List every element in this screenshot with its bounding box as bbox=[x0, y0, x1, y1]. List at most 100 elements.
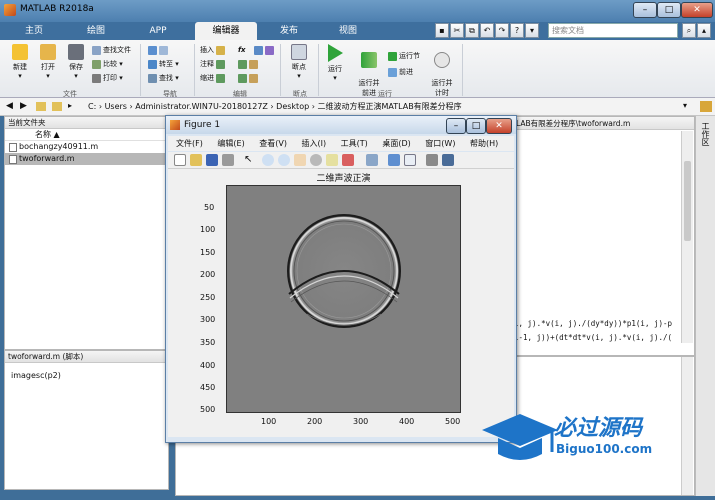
figure-maximize-button[interactable]: □ bbox=[466, 118, 486, 134]
figure-icon bbox=[170, 120, 180, 130]
run-section-button[interactable]: 运行节 bbox=[388, 50, 420, 62]
arrow-right-icon bbox=[159, 45, 168, 55]
run-button[interactable]: 运行 ▾ bbox=[322, 44, 348, 82]
quick-cut-icon[interactable]: ✂ bbox=[450, 23, 464, 38]
file-row-selected[interactable]: twoforward.m bbox=[5, 153, 168, 165]
x-tick-label: 200 bbox=[307, 417, 323, 426]
indent-icon bbox=[216, 73, 226, 83]
menu-help[interactable]: 帮助(H) bbox=[470, 139, 498, 148]
find-files-button[interactable]: 查找文件 bbox=[92, 44, 131, 56]
maximize-button[interactable]: □ bbox=[657, 2, 681, 18]
graduation-cap-icon bbox=[482, 414, 558, 460]
find-button[interactable]: 查找 ▾ bbox=[148, 72, 179, 84]
quick-copy-icon[interactable]: ⧉ bbox=[465, 23, 479, 38]
new-button[interactable]: 新建 ▾ bbox=[8, 44, 32, 80]
m-file-icon bbox=[9, 143, 17, 152]
name-column-header[interactable]: 名称 ▲ bbox=[5, 129, 168, 141]
minimize-button[interactable]: – bbox=[633, 2, 657, 18]
tab-plots[interactable]: 绘图 bbox=[74, 22, 118, 40]
ribbon-tab-bar: 主页 绘图 APP 编辑器 发布 视图 ▪ ✂ ⧉ ↶ ↷ ? ▾ 搜索文档 ⌕… bbox=[0, 22, 715, 40]
comment-button[interactable]: 注释 bbox=[200, 58, 227, 70]
quick-help-icon[interactable]: ? bbox=[510, 23, 524, 38]
path-dropdown-icon[interactable]: ▾ bbox=[683, 101, 687, 110]
editor-scrollbar[interactable] bbox=[681, 131, 693, 343]
new-icon bbox=[12, 44, 28, 60]
forward-arrow-icon[interactable]: ▶ bbox=[20, 101, 27, 111]
find-files-icon bbox=[92, 45, 101, 55]
figure-minimize-button[interactable]: – bbox=[446, 118, 466, 134]
details-header: twoforward.m (脚本) bbox=[5, 351, 168, 363]
menu-insert[interactable]: 插入(I) bbox=[302, 139, 327, 148]
menu-desktop[interactable]: 桌面(D) bbox=[382, 139, 410, 148]
open-file-icon[interactable] bbox=[190, 154, 202, 166]
menu-file[interactable]: 文件(F) bbox=[176, 139, 203, 148]
show-plot-tools-icon[interactable] bbox=[442, 154, 454, 166]
y-tick-label: 350 bbox=[200, 338, 216, 347]
tab-view[interactable]: 视图 bbox=[328, 22, 368, 40]
menu-window[interactable]: 窗口(W) bbox=[425, 139, 455, 148]
open-button[interactable]: 打开 ▾ bbox=[36, 44, 60, 80]
insert-button[interactable]: 插入 bbox=[200, 44, 227, 56]
close-button[interactable]: ✕ bbox=[681, 2, 713, 18]
nav-back-forward[interactable] bbox=[148, 44, 170, 56]
x-tick-label: 100 bbox=[261, 417, 277, 426]
search-folder-icon[interactable] bbox=[700, 101, 712, 112]
fx-button[interactable]: fx bbox=[238, 44, 246, 56]
edit-plot-arrow-icon[interactable]: ↖ bbox=[244, 154, 256, 166]
folder-up-icon[interactable] bbox=[36, 102, 46, 111]
tab-publish[interactable]: 发布 bbox=[268, 22, 310, 40]
print-figure-icon[interactable] bbox=[222, 154, 234, 166]
rotate-3d-icon[interactable] bbox=[310, 154, 322, 166]
wavefield-image[interactable] bbox=[226, 185, 461, 413]
edit-tool-icon[interactable] bbox=[238, 58, 260, 70]
print-button[interactable]: 打印 ▾ bbox=[92, 72, 123, 84]
edit-tool-icon[interactable] bbox=[238, 72, 260, 84]
indent-button[interactable]: 缩进 bbox=[200, 72, 227, 84]
data-cursor-icon[interactable] bbox=[326, 154, 338, 166]
quick-save-icon[interactable]: ▪ bbox=[435, 23, 449, 38]
quick-access-dropdown-icon[interactable]: ▾ bbox=[525, 23, 539, 38]
ribbon-separator bbox=[318, 44, 319, 96]
code-line[interactable]: i, j).*v(i, j)./(dy*dy))*p1(i, j)-p bbox=[514, 319, 672, 328]
link-plot-icon[interactable] bbox=[366, 154, 378, 166]
search-docs-input[interactable]: 搜索文档 bbox=[548, 23, 678, 38]
search-icon[interactable]: ⌕ bbox=[682, 23, 696, 38]
hide-plot-tools-icon[interactable] bbox=[426, 154, 438, 166]
save-button[interactable]: 保存 ▾ bbox=[64, 44, 88, 80]
save-figure-icon[interactable] bbox=[206, 154, 218, 166]
zoom-out-icon[interactable] bbox=[278, 154, 290, 166]
edit-tool-icon[interactable] bbox=[254, 44, 276, 56]
zoom-in-icon[interactable] bbox=[262, 154, 274, 166]
tab-editor[interactable]: 编辑器 bbox=[195, 22, 257, 40]
folder-open-icon bbox=[40, 44, 56, 60]
quick-undo-icon[interactable]: ↶ bbox=[480, 23, 494, 38]
menu-view[interactable]: 查看(V) bbox=[259, 139, 287, 148]
compare-button[interactable]: 比较 ▾ bbox=[92, 58, 123, 70]
new-figure-icon[interactable] bbox=[174, 154, 186, 166]
tab-home[interactable]: 主页 bbox=[14, 22, 54, 40]
current-folder-pane: 当前文件夹 名称 ▲ bochangzy40911.m twoforward.m bbox=[4, 116, 169, 350]
code-line[interactable]: i-1, j))+(dt*dt*v(i, j).*v(i, j)./( bbox=[514, 333, 672, 342]
advance-button[interactable]: 前进 bbox=[388, 66, 413, 78]
quick-redo-icon[interactable]: ↷ bbox=[495, 23, 509, 38]
run-and-time-button[interactable]: 运行并 计时 bbox=[426, 44, 458, 98]
colorbar-icon[interactable] bbox=[388, 154, 400, 166]
menu-edit[interactable]: 编辑(E) bbox=[217, 139, 244, 148]
figure-close-button[interactable]: ✕ bbox=[486, 118, 512, 134]
goto-button[interactable]: 转至 ▾ bbox=[148, 58, 179, 70]
find-icon bbox=[148, 73, 157, 83]
file-row[interactable]: bochangzy40911.m bbox=[5, 141, 168, 153]
figure-window: Figure 1 – □ ✕ 文件(F) 编辑(E) 查看(V) 插入(I) 工… bbox=[165, 115, 517, 443]
legend-icon[interactable] bbox=[404, 154, 416, 166]
browse-folder-icon[interactable] bbox=[52, 102, 62, 111]
pan-hand-icon[interactable] bbox=[294, 154, 306, 166]
y-tick-label: 300 bbox=[200, 315, 216, 324]
breakpoints-button[interactable]: 断点 ▾ bbox=[284, 44, 314, 80]
collapse-ribbon-icon[interactable]: ▴ bbox=[697, 23, 711, 38]
menu-tools[interactable]: 工具(T) bbox=[341, 139, 368, 148]
back-arrow-icon[interactable]: ◀ bbox=[6, 101, 13, 111]
current-path[interactable]: C: › Users › Administrator.WIN7U-2018012… bbox=[88, 101, 462, 112]
tab-apps[interactable]: APP bbox=[138, 22, 178, 40]
brush-icon[interactable] bbox=[342, 154, 354, 166]
matlab-logo-icon bbox=[4, 4, 16, 16]
